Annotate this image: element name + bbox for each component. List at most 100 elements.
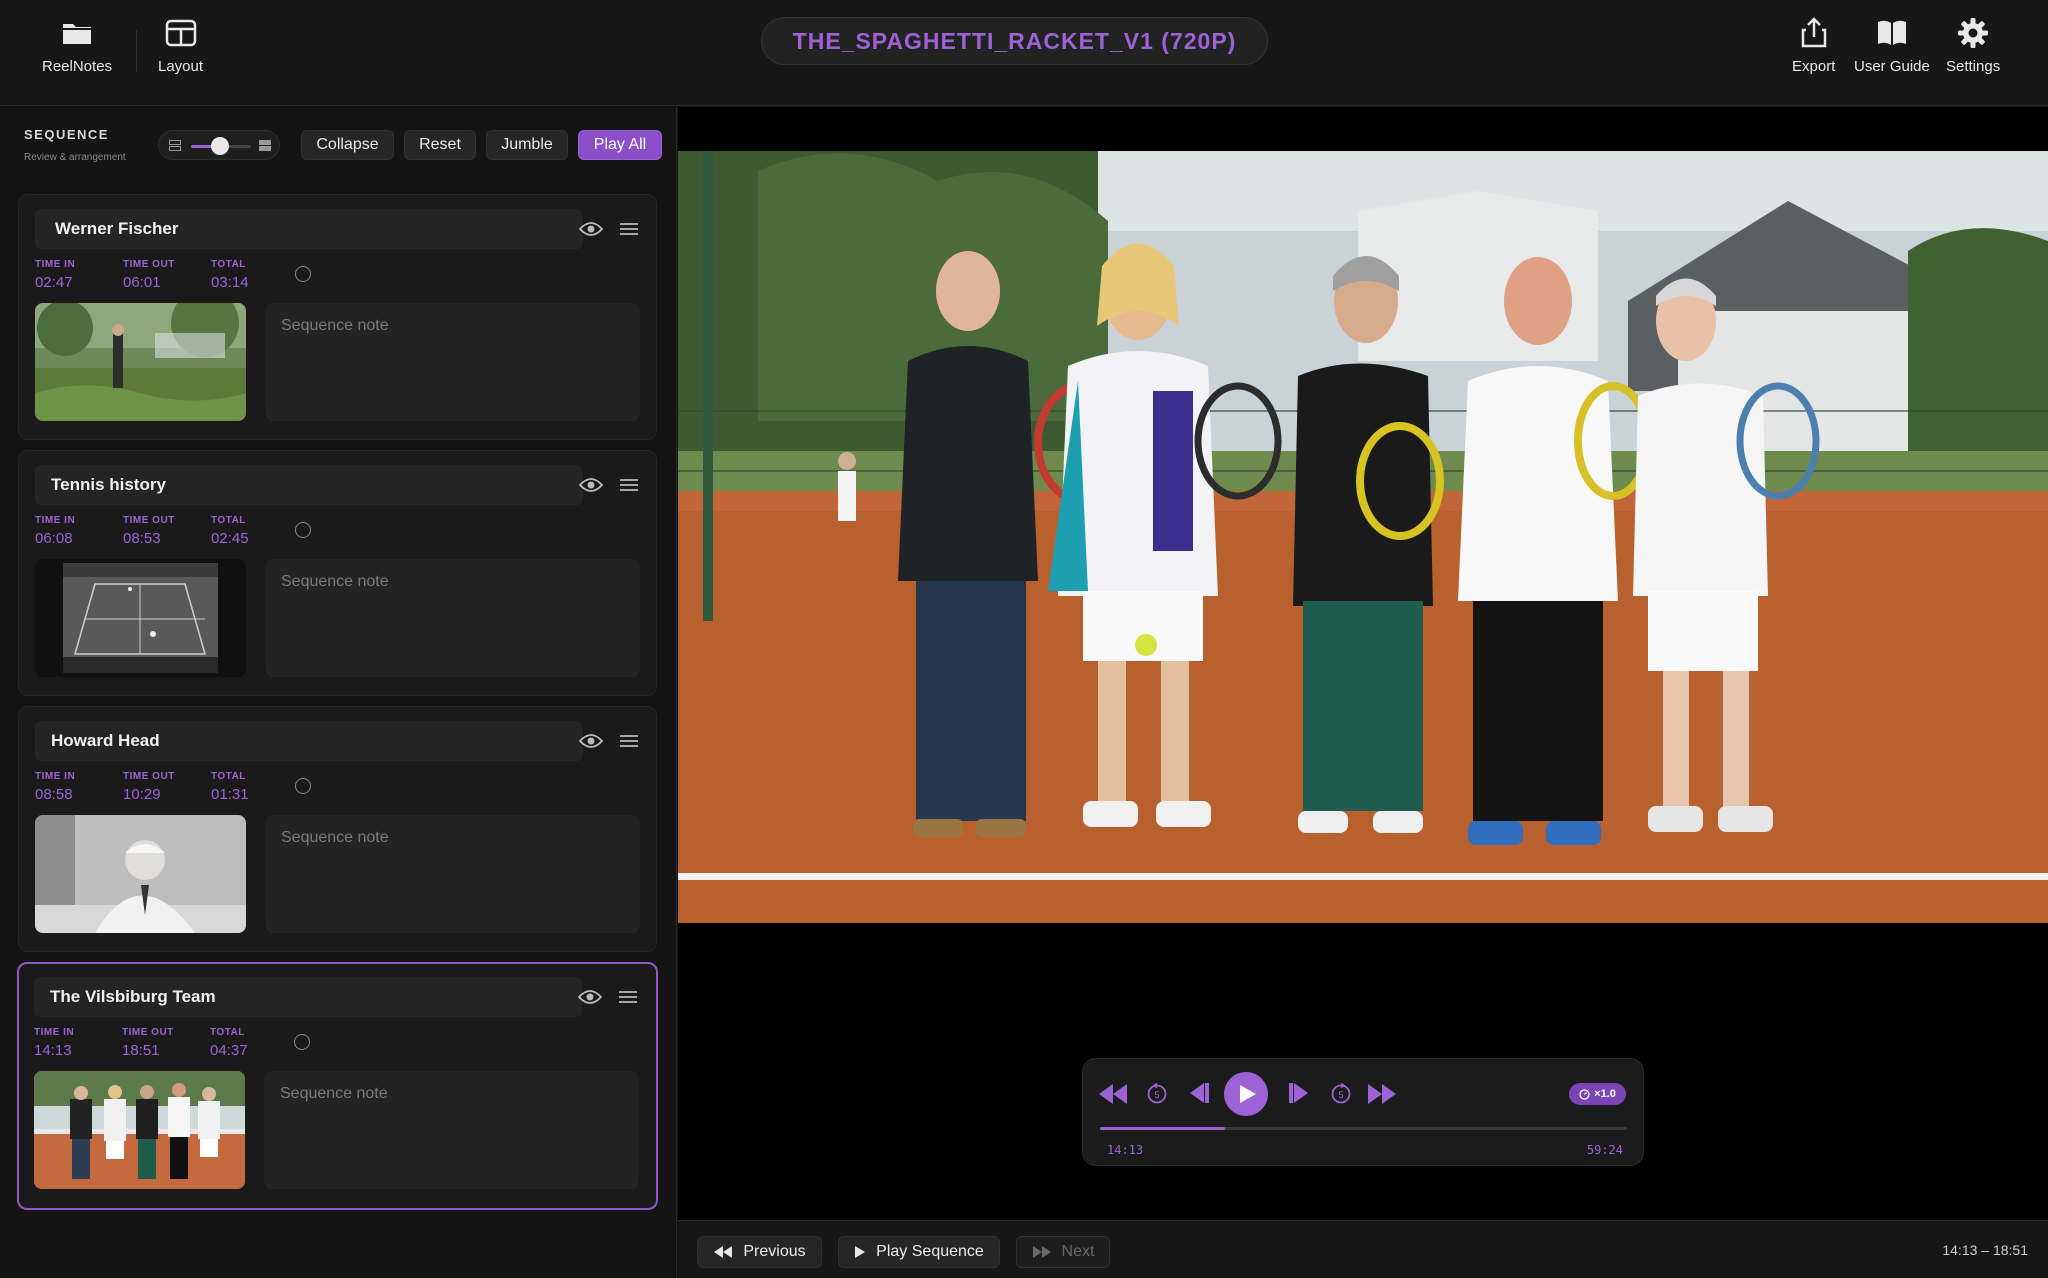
speed-icon (1579, 1088, 1590, 1100)
grip-icon[interactable] (618, 989, 638, 1005)
export-icon (1801, 17, 1826, 48)
select-radio[interactable] (295, 522, 311, 538)
export-label: Export (1792, 58, 1836, 75)
speed-value: ×1.0 (1594, 1088, 1616, 1100)
play-all-button[interactable]: Play All (578, 130, 662, 160)
eye-icon[interactable] (579, 477, 603, 493)
previous-frame-icon[interactable] (1184, 1081, 1210, 1105)
top-bar: ReelNotes Layout THE_SPAGHETTI_RACKET_V1… (0, 0, 2048, 106)
sequence-card[interactable]: Tennis history TIME IN 06:08 TIME OUT 08:5… (18, 450, 657, 696)
book-icon (1877, 20, 1906, 45)
jumble-button[interactable]: Jumble (486, 130, 568, 160)
select-radio[interactable] (294, 1034, 310, 1050)
grip-icon[interactable] (619, 733, 639, 749)
eye-icon[interactable] (579, 221, 603, 237)
grip-icon[interactable] (619, 477, 639, 493)
user-guide-label: User Guide (1854, 58, 1930, 75)
clip-thumbnail[interactable] (35, 559, 246, 677)
sequence-subheading: Review & arrangement (24, 152, 126, 163)
rewind-icon (714, 1246, 733, 1258)
layout-button[interactable]: Layout (158, 16, 203, 75)
card-title[interactable]: Werner Fischer (35, 209, 583, 249)
progress-fill (1100, 1127, 1226, 1130)
progress-bar[interactable] (1100, 1127, 1627, 1130)
card-title[interactable]: Tennis history (35, 465, 583, 505)
time-in: TIME IN 06:08 (35, 515, 76, 547)
sequence-card-active[interactable]: The Vilsbiburg Team TIME IN 14:13 TIME OU… (17, 962, 658, 1210)
grip-icon[interactable] (619, 221, 639, 237)
sequence-note-field[interactable]: Sequence note (265, 303, 640, 421)
settings-label: Settings (1946, 58, 2001, 75)
layout-icon (165, 19, 196, 47)
sequence-note-field[interactable]: Sequence note (265, 559, 640, 677)
eye-icon[interactable] (578, 989, 602, 1005)
previous-button[interactable]: Previous (697, 1236, 822, 1268)
time-in: TIME IN 14:13 (34, 1027, 75, 1059)
next-label: Next (1061, 1243, 1095, 1260)
compact-view-icon (169, 140, 181, 151)
density-knob[interactable] (211, 137, 229, 155)
gear-icon (1958, 18, 1989, 48)
reelnotes-label: ReelNotes (42, 58, 113, 75)
play-button[interactable] (1224, 1072, 1268, 1116)
time-in: TIME IN 02:47 (35, 259, 76, 291)
collapse-button[interactable]: Collapse (301, 130, 394, 160)
card-title[interactable]: Howard Head (35, 721, 583, 761)
previous-label: Previous (743, 1243, 806, 1260)
clip-thumbnail[interactable] (35, 303, 246, 421)
time-out: TIME OUT 10:29 (123, 771, 175, 803)
play-icon (1240, 1085, 1256, 1103)
select-radio[interactable] (295, 778, 311, 794)
sequence-range: 14:13 – 18:51 (1942, 1242, 2028, 1258)
folder-icon (63, 24, 92, 44)
total-duration: TOTAL 02:45 (211, 515, 249, 547)
eye-icon[interactable] (579, 733, 603, 749)
reelnotes-button[interactable]: ReelNotes (42, 16, 112, 75)
play-sequence-label: Play Sequence (876, 1243, 984, 1260)
sequence-card[interactable]: Howard Head TIME IN 08:58 TIME OUT 10:29 T… (18, 706, 657, 952)
sequence-note-field[interactable]: Sequence note (265, 815, 640, 933)
next-button[interactable]: Next (1016, 1236, 1110, 1268)
svg-text:5: 5 (1338, 1090, 1343, 1100)
time-out: TIME OUT 18:51 (122, 1027, 174, 1059)
svg-text:5: 5 (1154, 1090, 1159, 1100)
time-out: TIME OUT 06:01 (123, 259, 175, 291)
playback-controls: 5 5 ×1.0 14:13 59:24 (1082, 1058, 1644, 1166)
sequence-heading: SEQUENCE (24, 127, 109, 142)
next-frame-icon[interactable] (1288, 1081, 1314, 1105)
sequence-footer: Previous Play Sequence Next 14:13 – 18:5… (678, 1220, 2048, 1278)
toolbar-divider (136, 30, 137, 72)
speed-selector[interactable]: ×1.0 (1569, 1083, 1626, 1105)
fast-forward-icon[interactable] (1366, 1081, 1398, 1107)
time-in: TIME IN 08:58 (35, 771, 76, 803)
total-duration: TOTAL 03:14 (211, 259, 249, 291)
forward-5s-icon[interactable]: 5 (1330, 1082, 1352, 1104)
play-icon (855, 1246, 866, 1258)
time-out: TIME OUT 08:53 (123, 515, 175, 547)
card-title[interactable]: The Vilsbiburg Team (34, 977, 582, 1017)
reset-button[interactable]: Reset (404, 130, 476, 160)
user-guide-button[interactable]: User Guide (1854, 16, 1930, 75)
video-player: 5 5 ×1.0 14:13 59:24 (678, 107, 2048, 1220)
current-time: 14:13 (1107, 1143, 1144, 1157)
total-duration: TOTAL 01:31 (211, 771, 249, 803)
export-button[interactable]: Export (1792, 16, 1835, 75)
density-slider[interactable] (158, 130, 280, 160)
back-5s-icon[interactable]: 5 (1146, 1082, 1168, 1104)
clip-thumbnail[interactable] (35, 815, 246, 933)
clip-thumbnail[interactable] (34, 1071, 245, 1189)
project-title[interactable]: THE_SPAGHETTI_RACKET_V1 (720P) (761, 17, 1268, 65)
sequence-card[interactable]: Werner Fischer TIME IN 02:47 TIME OUT 06:0… (18, 194, 657, 440)
sequence-note-field[interactable]: Sequence note (264, 1071, 639, 1189)
play-sequence-button[interactable]: Play Sequence (838, 1236, 1000, 1268)
fast-forward-icon (1032, 1246, 1051, 1258)
total-duration-time: 59:24 (1586, 1143, 1623, 1157)
total-duration: TOTAL 04:37 (210, 1027, 248, 1059)
layout-label: Layout (158, 58, 204, 75)
select-radio[interactable] (295, 266, 311, 282)
expanded-view-icon (259, 140, 271, 151)
settings-button[interactable]: Settings (1946, 16, 2000, 75)
sequence-sidebar: SEQUENCE Review & arrangement Collapse R… (0, 107, 677, 1278)
rewind-icon[interactable] (1097, 1081, 1129, 1107)
video-frame[interactable] (678, 151, 2048, 923)
